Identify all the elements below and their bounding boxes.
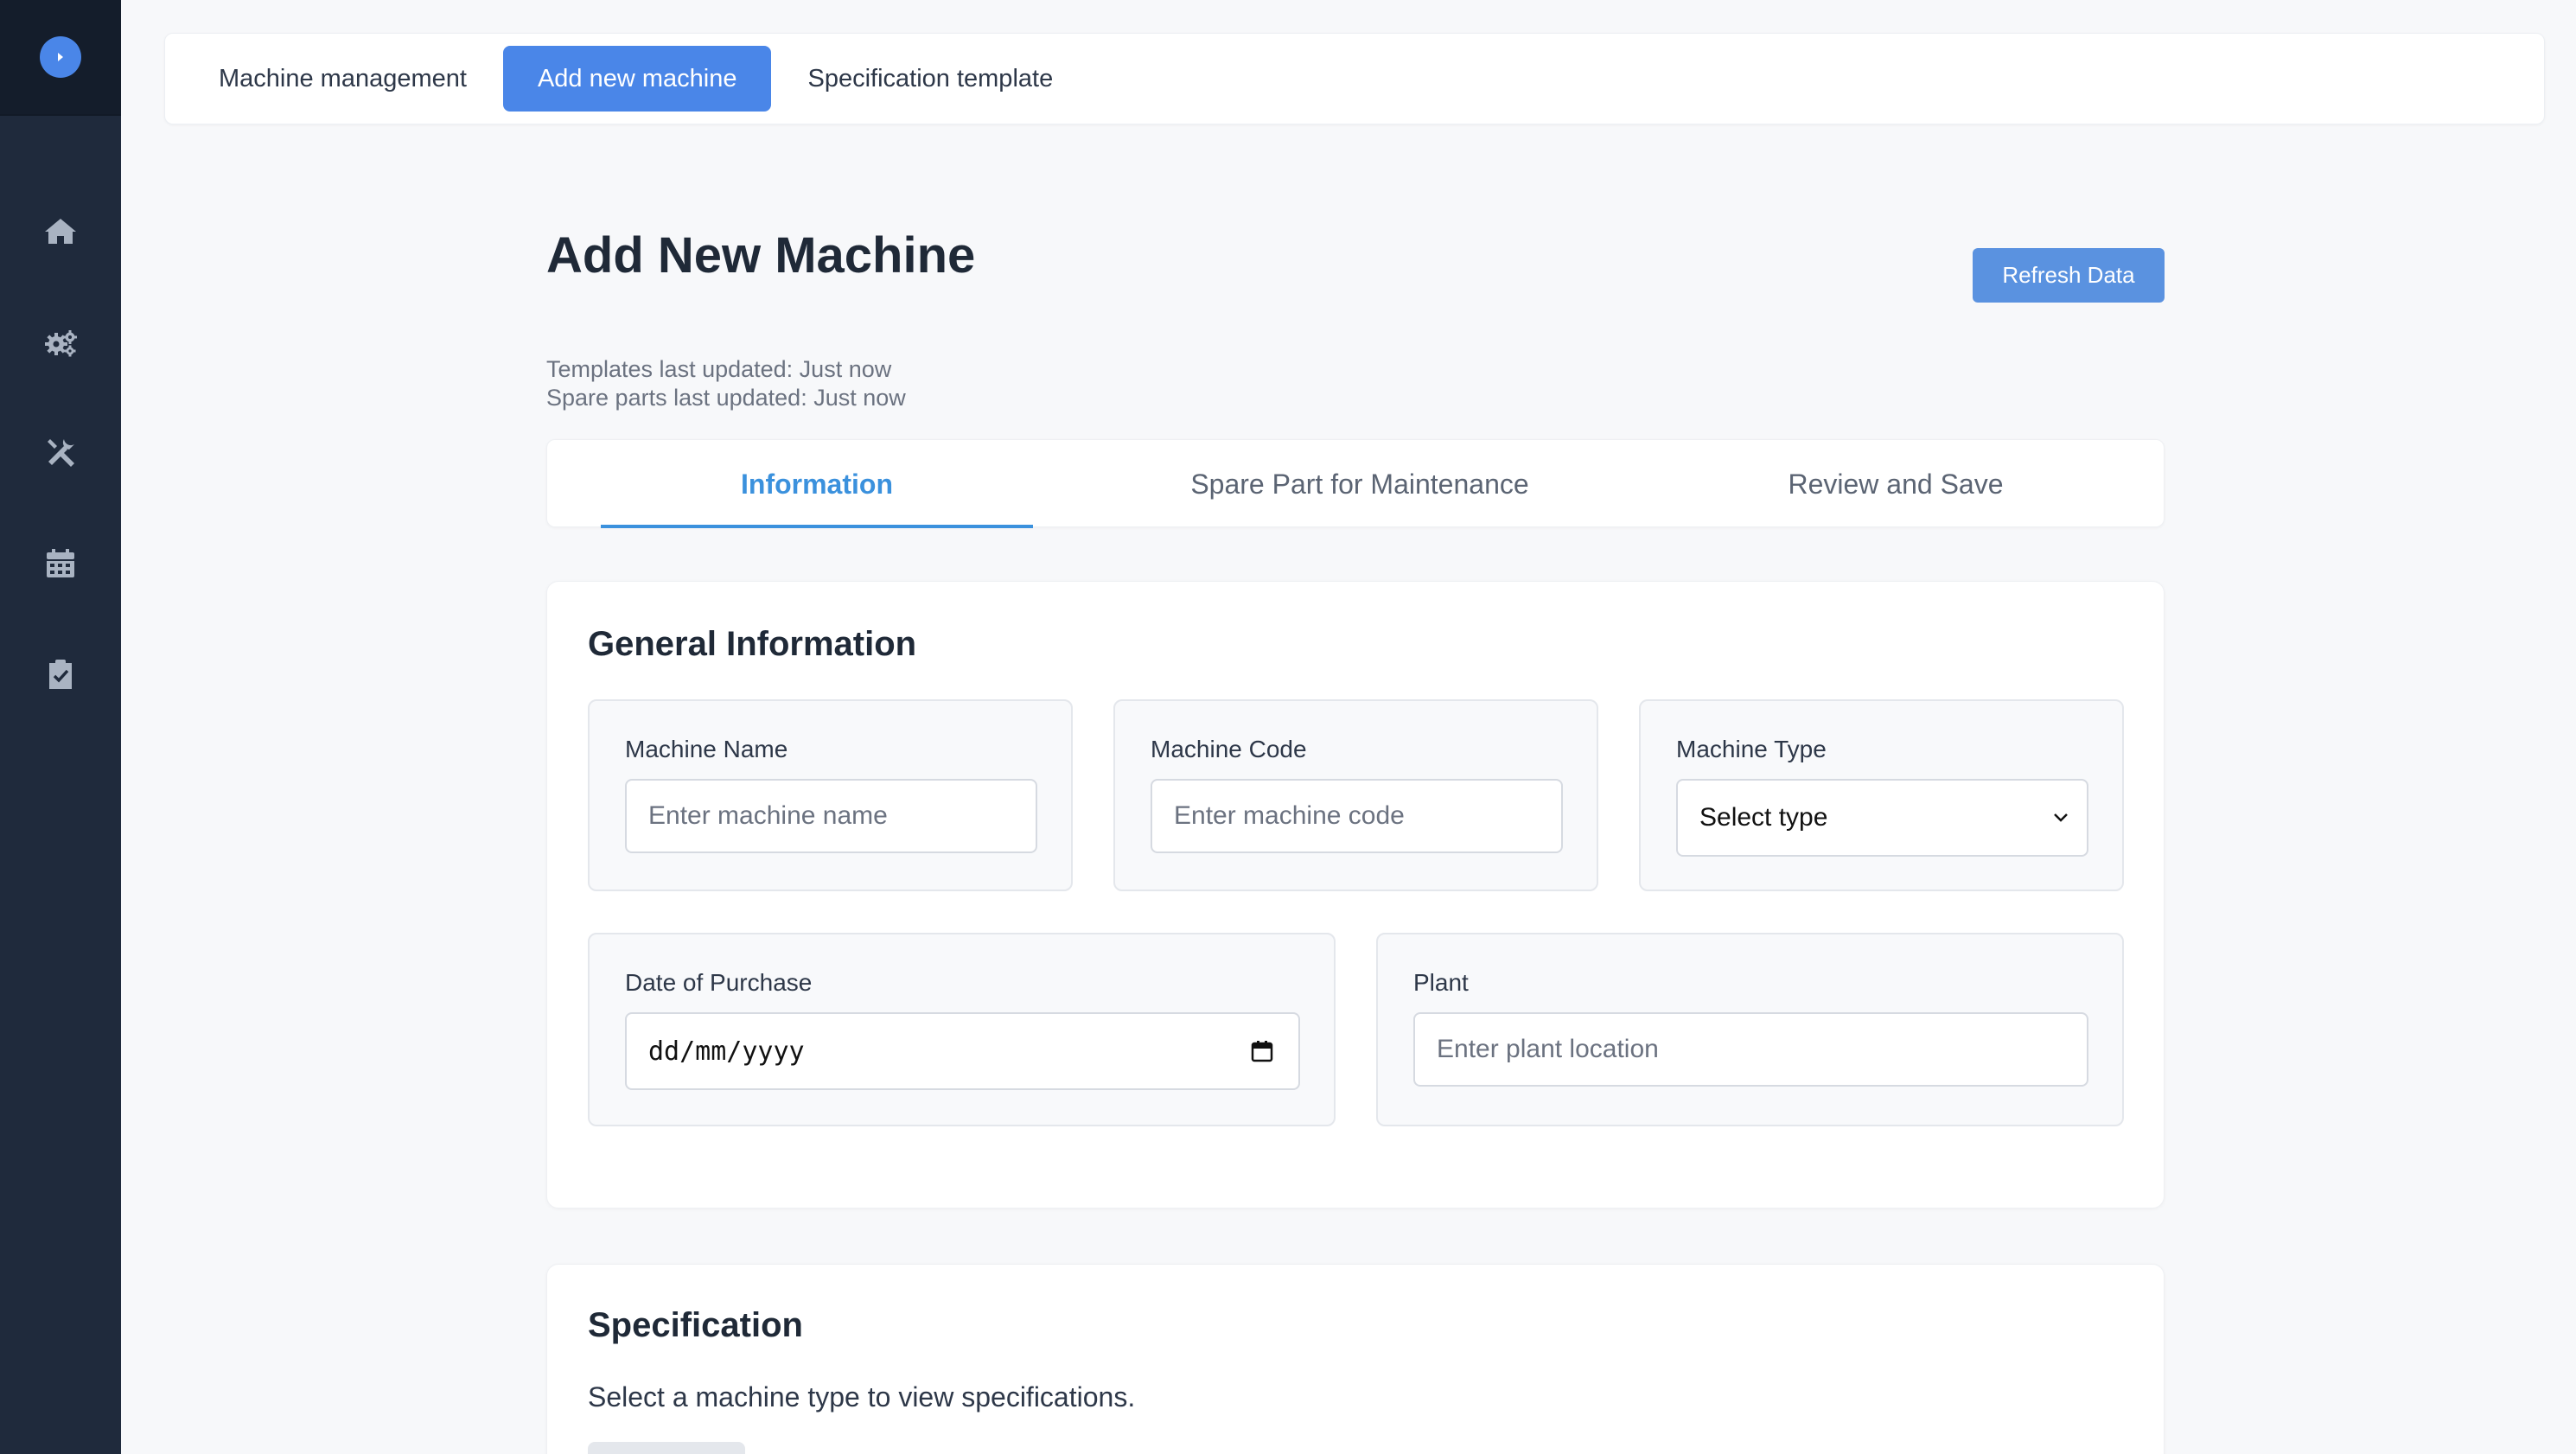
topnav-specification-template[interactable]: Specification template bbox=[773, 46, 1087, 112]
sidebar-item-calendar[interactable] bbox=[0, 508, 121, 619]
refresh-data-button[interactable]: Refresh Data bbox=[1973, 248, 2165, 303]
home-icon bbox=[45, 219, 76, 244]
last-updated-info: Templates last updated: Just now Spare p… bbox=[546, 355, 906, 412]
templates-updated-text: Templates last updated: Just now bbox=[546, 356, 892, 382]
specification-card: Specification Select a machine type to v… bbox=[546, 1264, 2165, 1454]
top-navigation: Machine management Add new machine Speci… bbox=[164, 33, 2545, 124]
machine-type-label: Machine Type bbox=[1676, 736, 1827, 762]
general-information-card: General Information Machine Name Enter m… bbox=[546, 581, 2165, 1208]
chevron-down-icon bbox=[2054, 813, 2068, 822]
date-of-purchase-label: Date of Purchase bbox=[625, 969, 813, 996]
plant-group: Plant Enter plant location bbox=[1376, 933, 2124, 1126]
specification-title: Specification bbox=[588, 1306, 803, 1344]
specification-placeholder-block bbox=[588, 1442, 745, 1454]
machine-code-label: Machine Code bbox=[1151, 736, 1307, 762]
machine-name-group: Machine Name Enter machine name bbox=[588, 699, 1073, 891]
topnav-add-new-machine[interactable]: Add new machine bbox=[502, 46, 772, 112]
plant-input[interactable]: Enter plant location bbox=[1413, 1012, 2088, 1087]
gears-icon bbox=[45, 330, 77, 357]
sidebar-toggle-button[interactable] bbox=[40, 36, 81, 78]
tab-information[interactable]: Information bbox=[601, 440, 1033, 528]
machine-type-group: Machine Type Select type bbox=[1639, 699, 2124, 891]
machine-code-input[interactable]: Enter machine code bbox=[1151, 779, 1563, 853]
step-tabs: Information Spare Part for Maintenance R… bbox=[546, 439, 2165, 528]
sidebar-item-home[interactable] bbox=[0, 176, 121, 287]
machine-type-selected-value: Select type bbox=[1699, 803, 1828, 832]
tools-icon bbox=[48, 439, 74, 467]
page-title: Add New Machine bbox=[546, 227, 976, 284]
tab-spare-part-for-maintenance[interactable]: Spare Part for Maintenance bbox=[1100, 440, 1619, 528]
calendar-icon bbox=[47, 549, 74, 577]
machine-name-input[interactable]: Enter machine name bbox=[625, 779, 1037, 853]
general-information-title: General Information bbox=[588, 625, 917, 663]
chevron-right-icon bbox=[58, 53, 63, 61]
date-of-purchase-group: Date of Purchase dd/mm/yyyy bbox=[588, 933, 1336, 1126]
machine-code-group: Machine Code Enter machine code bbox=[1113, 699, 1598, 891]
machine-type-select[interactable]: Select type bbox=[1676, 779, 2088, 857]
topnav-machine-management[interactable]: Machine management bbox=[184, 46, 501, 112]
sidebar-item-maintenance[interactable] bbox=[0, 398, 121, 508]
calendar-picker-icon[interactable] bbox=[1250, 1039, 1274, 1063]
sidebar-header bbox=[0, 0, 121, 116]
spare-parts-updated-text: Spare parts last updated: Just now bbox=[546, 385, 906, 411]
date-placeholder: dd/mm/yyyy bbox=[648, 1036, 805, 1067]
sidebar bbox=[0, 0, 121, 1454]
plant-label: Plant bbox=[1413, 969, 1469, 996]
tab-review-and-save[interactable]: Review and Save bbox=[1671, 440, 2120, 528]
clipboard-check-icon bbox=[49, 660, 72, 689]
date-of-purchase-input[interactable]: dd/mm/yyyy bbox=[625, 1012, 1300, 1090]
sidebar-item-tasks[interactable] bbox=[0, 619, 121, 730]
machine-name-label: Machine Name bbox=[625, 736, 788, 762]
sidebar-item-machines[interactable] bbox=[0, 287, 121, 398]
specification-message: Select a machine type to view specificat… bbox=[588, 1381, 1136, 1413]
